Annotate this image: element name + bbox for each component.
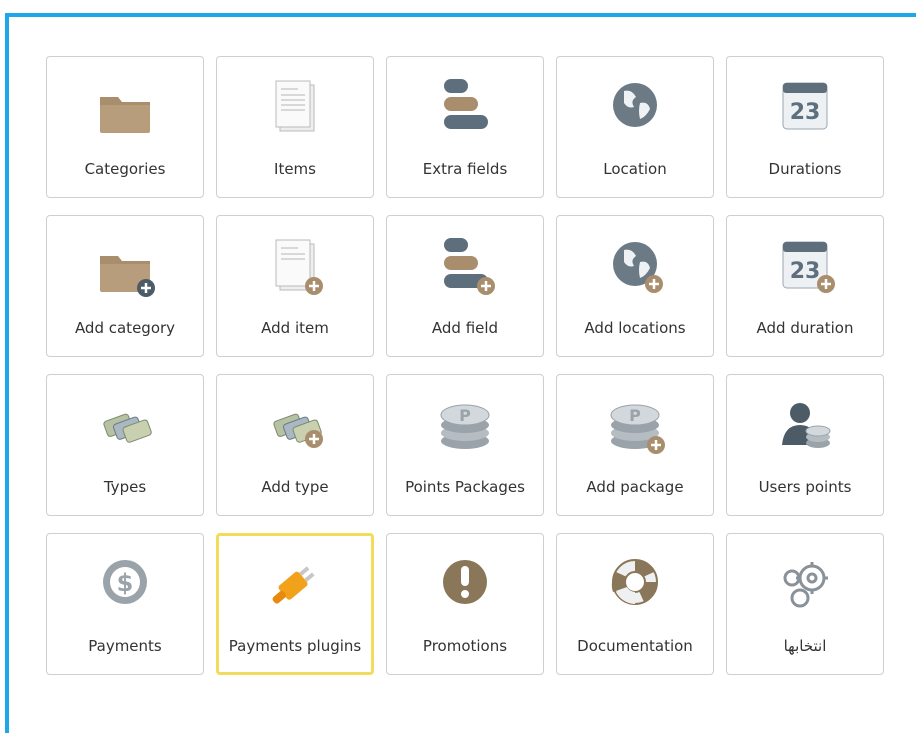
lifebuoy-icon bbox=[600, 552, 670, 620]
globe-add-icon bbox=[600, 234, 670, 302]
coins-add-icon: P bbox=[600, 393, 670, 461]
documentation-button[interactable]: Documentation bbox=[556, 533, 714, 675]
items-button[interactable]: Items bbox=[216, 56, 374, 198]
add-duration-button[interactable]: 23 Add duration bbox=[726, 215, 884, 357]
add-type-button[interactable]: Add type bbox=[216, 374, 374, 516]
tile-label: Location bbox=[603, 160, 667, 178]
tile-label: Add field bbox=[431, 319, 499, 337]
calendar-add-icon: 23 bbox=[770, 234, 840, 302]
tile-label: Points Packages bbox=[405, 478, 525, 496]
svg-text:P: P bbox=[459, 406, 471, 425]
points-packages-button[interactable]: P Points Packages bbox=[386, 374, 544, 516]
extra-fields-button[interactable]: Extra fields bbox=[386, 56, 544, 198]
tile-label: Add item bbox=[261, 319, 329, 337]
add-category-button[interactable]: Add category bbox=[46, 215, 204, 357]
exclamation-icon bbox=[430, 552, 500, 620]
tile-label: Items bbox=[274, 160, 316, 178]
fields-icon bbox=[430, 75, 500, 143]
tile-label: Extra fields bbox=[422, 160, 508, 178]
payments-button[interactable]: $ Payments bbox=[46, 533, 204, 675]
globe-icon bbox=[600, 75, 670, 143]
gears-icon bbox=[770, 552, 840, 620]
user-coins-icon bbox=[770, 393, 840, 461]
payments-plugins-button[interactable]: Payments plugins bbox=[216, 533, 374, 675]
users-points-button[interactable]: Users points bbox=[726, 374, 884, 516]
add-field-button[interactable]: Add field bbox=[386, 215, 544, 357]
tile-label: Promotions bbox=[422, 637, 508, 655]
location-button[interactable]: Location bbox=[556, 56, 714, 198]
tile-label: Types bbox=[103, 478, 147, 496]
options-button[interactable]: انتخابها bbox=[726, 533, 884, 675]
tile-label: Add locations bbox=[584, 319, 686, 337]
tile-label: Add package bbox=[586, 478, 684, 496]
tile-label: Add category bbox=[74, 319, 176, 337]
tile-label: Users points bbox=[758, 478, 852, 496]
tile-label: Add duration bbox=[756, 319, 854, 337]
tile-label: Payments plugins bbox=[228, 637, 362, 655]
tile-label: Add type bbox=[261, 478, 329, 496]
types-button[interactable]: Types bbox=[46, 374, 204, 516]
tile-label: Categories bbox=[84, 160, 166, 178]
svg-text:P: P bbox=[629, 406, 641, 425]
tags-add-icon bbox=[260, 393, 330, 461]
add-locations-button[interactable]: Add locations bbox=[556, 215, 714, 357]
dollar-icon: $ bbox=[90, 552, 160, 620]
plug-icon bbox=[260, 554, 330, 622]
promotions-button[interactable]: Promotions bbox=[386, 533, 544, 675]
document-add-icon bbox=[260, 234, 330, 302]
dashboard-grid: Categories Items Extra fields Location 2… bbox=[46, 56, 884, 675]
folder-icon bbox=[90, 75, 160, 143]
svg-text:23: 23 bbox=[790, 100, 821, 125]
tile-label: انتخابها bbox=[783, 637, 827, 655]
tile-label: Documentation bbox=[577, 637, 693, 655]
add-package-button[interactable]: P Add package bbox=[556, 374, 714, 516]
tile-label: Durations bbox=[768, 160, 842, 178]
durations-button[interactable]: 23 Durations bbox=[726, 56, 884, 198]
folder-add-icon bbox=[90, 234, 160, 302]
svg-text:23: 23 bbox=[790, 259, 821, 284]
document-icon bbox=[260, 75, 330, 143]
calendar-icon: 23 bbox=[770, 75, 840, 143]
tile-label: Payments bbox=[88, 637, 162, 655]
svg-text:$: $ bbox=[117, 569, 134, 597]
coins-icon: P bbox=[430, 393, 500, 461]
fields-add-icon bbox=[430, 234, 500, 302]
categories-button[interactable]: Categories bbox=[46, 56, 204, 198]
tags-icon bbox=[90, 393, 160, 461]
add-item-button[interactable]: Add item bbox=[216, 215, 374, 357]
